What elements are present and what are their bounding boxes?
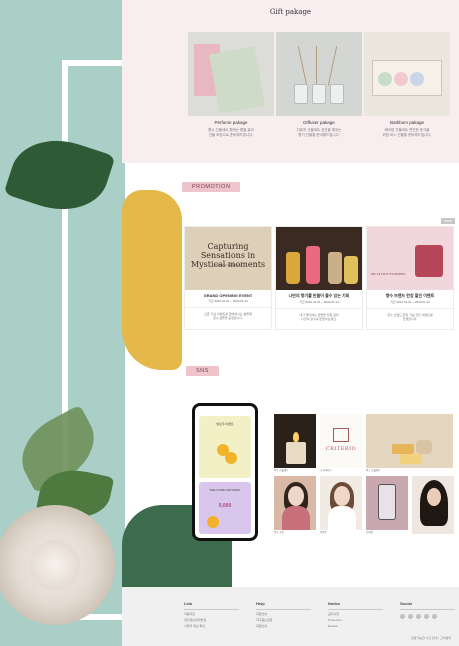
- footer-column-social: Social: [400, 601, 455, 619]
- sns-feed-grid: 향수 선물세트 CRITERIO 크리테리오 바스 선물세트 향수 추천 이벤트…: [274, 414, 454, 534]
- gift-package-section: Gift pakage Perfume pakage 향수 선물세트 원하는 향…: [122, 0, 459, 163]
- footer-link[interactable]: 개인정보처리방침: [184, 618, 239, 622]
- gift-card-bathbomb[interactable]: Bathbom pakage 배쓰밤 선물세트 편안한 휴식을 위한 바스 선물을…: [364, 32, 450, 138]
- youtube-icon[interactable]: [416, 614, 421, 619]
- decorative-side-panel: [0, 0, 125, 646]
- footer-link[interactable]: 자주묻는질문: [256, 618, 311, 622]
- sns-post[interactable]: 신제품: [366, 476, 408, 534]
- promotion-heading: PROMOTION: [182, 182, 241, 192]
- gift-card-perfume[interactable]: Perfume pakage 향수 선물세트 원하는 향을 골라 선물 포장으로 …: [188, 32, 274, 138]
- promotion-description: 향수 브랜드 런칭 기념 할인 이벤트를 진행합니다.: [367, 308, 453, 321]
- flower-illustration: [30, 540, 80, 590]
- footer-link[interactable]: Promotion: [328, 618, 383, 622]
- promotion-title[interactable]: GRAND OPENING EVENT: [185, 293, 271, 298]
- promotion-date: 기간 2024.01.01 ~ 2024.01.31: [299, 300, 339, 304]
- gift-card-description: 향수 선물세트 원하는 향을 골라 선물 포장으로 준비해드립니다.: [208, 128, 254, 137]
- sns-post[interactable]: 향수 추천: [274, 476, 316, 534]
- footer-note: 상담가능한 시간 안내 / 고객센터: [410, 636, 451, 640]
- social-icons: [400, 614, 455, 619]
- promotion-description: 내가 좋아하는 향들을 직접 골라 나만의 향수를 만들어보세요.: [276, 308, 362, 321]
- footer-link[interactable]: 이용약관: [184, 612, 239, 616]
- main-content: Gift pakage Perfume pakage 향수 선물세트 원하는 향…: [122, 0, 459, 646]
- promotion-description: 오픈 기념 이벤트를 참여하시는 분들께 향수 샘플을 증정합니다.: [185, 307, 271, 320]
- footer-link[interactable]: 공지사항: [328, 612, 383, 616]
- perfume-package-image[interactable]: [188, 32, 274, 116]
- phone-event-card[interactable]: WELCOME CRITERIO 9,000: [199, 482, 251, 534]
- promotion-date: 기간 2024.01.01 ~ 2024.01.31: [208, 299, 248, 303]
- phone-event-card[interactable]: 팔로우 이벤트: [199, 416, 251, 478]
- promotion-image[interactable]: [276, 227, 362, 290]
- promotion-card[interactable]: Capturing Sensations in Mystical moments…: [184, 226, 272, 330]
- footer-column-notice: Notice 공지사항 Promotion Review: [328, 601, 383, 628]
- brand-logo-icon: [333, 428, 349, 442]
- facebook-icon[interactable]: [408, 614, 413, 619]
- sns-heading: SNS: [186, 366, 219, 376]
- footer-link[interactable]: 회원안내: [256, 624, 311, 628]
- phone-mockup: 팔로우 이벤트 WELCOME CRITERIO 9,000: [192, 403, 258, 541]
- twitter-icon[interactable]: [432, 614, 437, 619]
- sns-post[interactable]: [412, 476, 454, 534]
- sns-post[interactable]: 향수 선물세트: [274, 414, 316, 472]
- sns-post[interactable]: 이벤트: [320, 476, 362, 534]
- site-footer: Link 이용약관 개인정보처리방침 사업자 정보 확인 Help 회원안내 자…: [122, 587, 459, 646]
- instagram-icon[interactable]: [400, 614, 405, 619]
- footer-column-help: Help 회원안내 자주묻는질문 회원안내: [256, 601, 311, 628]
- promotion-card[interactable]: 나만의 향기를 만들어 볼수 있는 기회 기간 2024.01.01 ~ 202…: [275, 226, 363, 330]
- bathbomb-package-image[interactable]: [364, 32, 450, 116]
- promotion-title[interactable]: 향수 브랜드 런칭 할인 이벤트: [367, 293, 453, 299]
- promotion-image[interactable]: Capturing Sensations in Mystical moments…: [185, 227, 271, 290]
- sns-post[interactable]: CRITERIO 크리테리오: [320, 414, 362, 472]
- gift-card-diffuser[interactable]: Diffuser pakage 디퓨저 선물세트 공간을 채우는 향기 선물을 준…: [276, 32, 362, 138]
- promotion-image[interactable]: MY LITTLE FLOWERS: [367, 227, 453, 290]
- promotion-card[interactable]: MY LITTLE FLOWERS 향수 브랜드 런칭 할인 이벤트 기간 20…: [366, 226, 454, 330]
- footer-link[interactable]: 회원안내: [256, 612, 311, 616]
- gift-card-label[interactable]: Bathbom pakage: [364, 120, 450, 125]
- gift-card-description: 디퓨저 선물세트 공간을 채우는 향기 선물을 준비해드립니다.: [296, 128, 342, 137]
- gift-card-description: 배쓰밤 선물세트 편안한 휴식을 위한 바스 선물을 준비해드립니다.: [382, 128, 432, 137]
- gift-card-label[interactable]: Perfume pakage: [188, 120, 274, 125]
- blog-icon[interactable]: [424, 614, 429, 619]
- sns-post[interactable]: 바스 선물세트: [366, 414, 453, 472]
- promotion-title[interactable]: 나만의 향기를 만들어 볼수 있는 기회: [276, 293, 362, 299]
- footer-column-link: Link 이용약관 개인정보처리방침 사업자 정보 확인: [184, 601, 239, 628]
- footer-link[interactable]: Review: [328, 624, 383, 628]
- gift-section-title: Gift pakage: [269, 8, 312, 16]
- promotion-date: 기간 2024.01.01 ~ 2024.01.31: [390, 300, 430, 304]
- statue-illustration: [122, 190, 182, 370]
- diffuser-package-image[interactable]: [276, 32, 362, 116]
- footer-link[interactable]: 사업자 정보 확인: [184, 624, 239, 628]
- promotion-more-button[interactable]: more: [441, 218, 455, 224]
- gift-card-label[interactable]: Diffuser pakage: [276, 120, 362, 125]
